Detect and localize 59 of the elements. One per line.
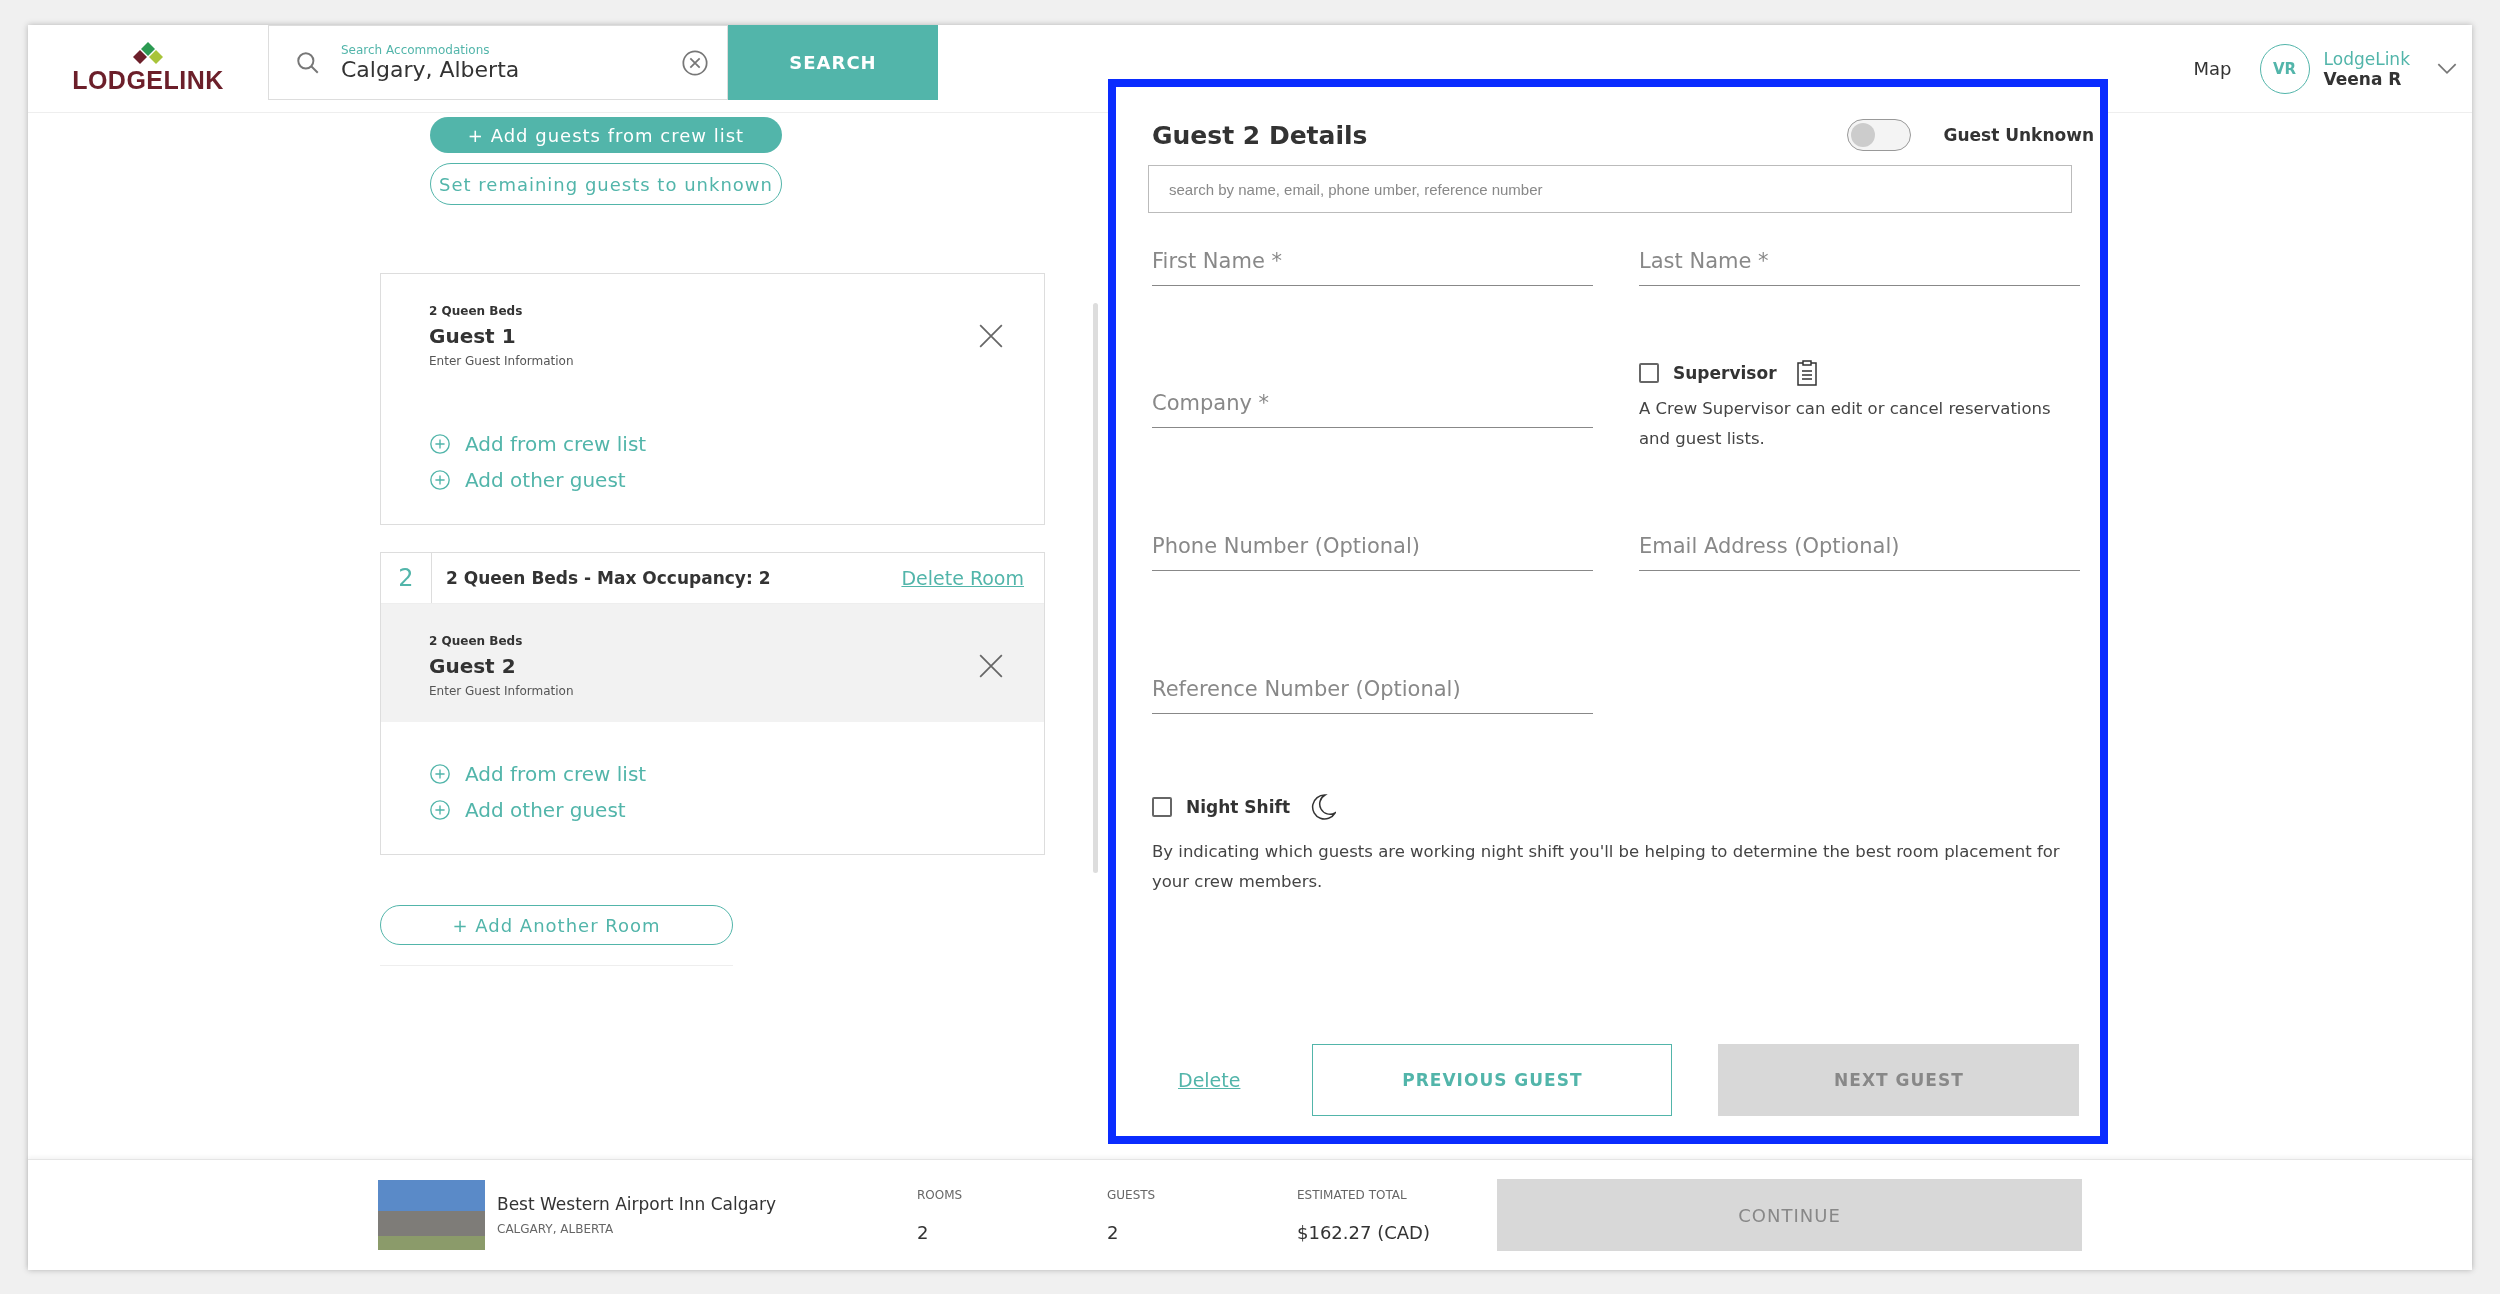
plus-circle-icon <box>429 433 451 455</box>
plus-circle-icon <box>429 799 451 821</box>
plus-circle-icon <box>429 469 451 491</box>
search-label: Search Accommodations <box>341 43 491 57</box>
scrollbar[interactable] <box>1093 303 1098 873</box>
bed-type: 2 Queen Beds <box>429 634 524 648</box>
add-guest-link[interactable]: Add other guest <box>429 468 626 492</box>
clear-icon[interactable] <box>681 48 709 77</box>
logo-text[interactable]: LODGELINK <box>72 66 224 95</box>
room-number: 2 <box>381 553 432 603</box>
guest-name: Guest 1 <box>429 324 517 348</box>
search-button[interactable]: SEARCH <box>728 25 938 100</box>
delete-link[interactable]: Delete <box>1178 1069 1241 1091</box>
add-guest-link[interactable]: Add from crew list <box>429 762 647 786</box>
clipboard-icon <box>1796 360 1817 386</box>
supervisor-label: Supervisor <box>1673 363 1777 383</box>
stat-label: GUESTS <box>1107 1187 1157 1202</box>
search-field[interactable]: Search Accommodations Calgary, Alberta <box>268 25 728 100</box>
stat-label: ROOMS <box>917 1187 964 1202</box>
user-company: LodgeLink <box>2323 48 2410 69</box>
hotel-name: Best Western Airport Inn Calgary <box>497 1194 777 1214</box>
night-shift-checkbox[interactable] <box>1152 797 1172 817</box>
supervisor-note: A Crew Supervisor can edit or cancel reservations and guest lists. <box>1639 398 2052 450</box>
moon-icon <box>1310 793 1337 821</box>
guest-name: Guest 2 <box>429 654 517 678</box>
close-icon[interactable] <box>978 653 1004 679</box>
night-shift-note: By indicating which guests are working night shift you'll be helping to determine the best room placement for your crew members. <box>1152 841 2061 893</box>
delete-room-link[interactable]: Delete Room <box>901 567 1024 589</box>
add-room-button[interactable]: + Add Another Room <box>380 905 733 945</box>
previous-guest-button[interactable]: PREVIOUS GUEST <box>1312 1044 1673 1116</box>
add-guest-link[interactable]: Add other guest <box>429 798 626 822</box>
guest-unknown-toggle[interactable] <box>1847 119 1912 151</box>
guest-hint: Enter Guest Information <box>429 684 574 698</box>
stat-value: 2 <box>1107 1221 1120 1243</box>
bed-type: 2 Queen Beds <box>429 304 524 318</box>
night-shift-label: Night Shift <box>1186 797 1291 817</box>
guest-hint: Enter Guest Information <box>429 354 574 368</box>
stat-label: ESTIMATED TOTAL <box>1297 1187 1408 1202</box>
close-icon[interactable] <box>978 323 1004 349</box>
guest-item[interactable]: 2 Queen Beds Guest 1 Enter Guest Information <box>381 274 1044 392</box>
toggle-label: Guest Unknown <box>1943 125 2094 145</box>
stat-value: 2 <box>917 1221 930 1243</box>
panel-title: Guest 2 Details <box>1152 120 1369 150</box>
guest-search-field[interactable]: search by name, email, phone umber, reference number <box>1148 165 2072 213</box>
add-guest-link[interactable]: Add from crew list <box>429 432 647 456</box>
stat-value: $162.27 (CAD) <box>1297 1221 1431 1243</box>
set-unknown-button[interactable]: Set remaining guests to unknown <box>430 163 782 205</box>
hotel-city: CALGARY, ALBERTA <box>497 1222 615 1236</box>
add-guests-button[interactable]: + Add guests from crew list <box>430 117 782 153</box>
user-name: Veena R <box>2323 68 2402 89</box>
map-link[interactable]: Map <box>2193 58 2232 79</box>
supervisor-checkbox[interactable] <box>1639 363 1659 383</box>
search-value: Calgary, Alberta <box>341 57 521 82</box>
search-icon <box>295 49 321 76</box>
room-title: 2 Queen Beds - Max Occupancy: 2 <box>445 568 772 588</box>
chevron-down-icon[interactable] <box>2436 62 2458 75</box>
guest-item[interactable]: 2 Queen Beds Guest 2 Enter Guest Information <box>381 604 1044 722</box>
plus-circle-icon <box>429 763 451 785</box>
logo-icon <box>133 42 163 64</box>
